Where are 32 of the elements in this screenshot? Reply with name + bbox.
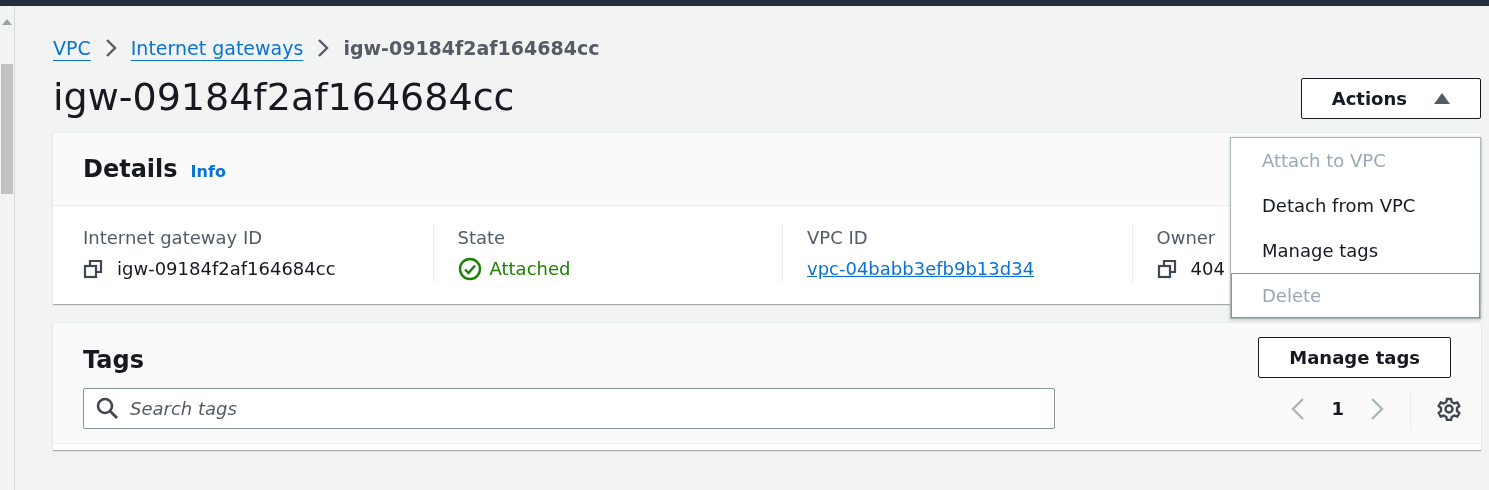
check-circle-icon xyxy=(457,256,482,281)
section-title: Tags xyxy=(83,344,144,376)
menu-item[interactable]: Detach from VPC xyxy=(1231,183,1480,228)
field-value: 404 xyxy=(1190,257,1225,282)
previous-page-icon[interactable] xyxy=(1291,396,1306,421)
chevron-right-icon xyxy=(317,38,330,59)
field-label: State xyxy=(457,226,506,251)
manage-tags-button[interactable]: Manage tags xyxy=(1258,337,1451,379)
breadcrumb-link[interactable]: Internet gateways xyxy=(130,34,304,63)
settings-icon[interactable] xyxy=(1437,396,1461,421)
actions-button[interactable]: Actions xyxy=(1300,77,1481,119)
field-label: Owner xyxy=(1156,226,1216,251)
scroll-up-icon[interactable] xyxy=(2,18,12,26)
copy-icon[interactable] xyxy=(83,258,103,279)
field-label: Internet gateway ID xyxy=(83,226,263,251)
menu-item[interactable]: Manage tags xyxy=(1231,228,1480,273)
page-number[interactable]: 1 xyxy=(1331,395,1344,423)
next-page-icon[interactable] xyxy=(1370,396,1384,421)
field-label: VPC ID xyxy=(807,226,868,251)
section-title: Details xyxy=(83,154,178,186)
search-field[interactable]: Search tags xyxy=(83,388,1055,430)
chevron-right-icon xyxy=(104,38,117,59)
field-value: igw-09184f2af164684cc xyxy=(117,257,336,282)
info-link[interactable]: Info xyxy=(190,160,226,185)
vpc-link[interactable]: vpc-04babb3efb9b13d34 xyxy=(807,255,1035,283)
caret-icon xyxy=(1434,92,1450,105)
scrollbar-thumb[interactable] xyxy=(1,64,13,194)
copy-icon[interactable] xyxy=(1156,258,1177,279)
page-title: igw-09184f2af164684cc xyxy=(53,74,515,121)
breadcrumb-link[interactable]: VPC xyxy=(53,34,91,63)
breadcrumb-current: igw-09184f2af164684cc xyxy=(343,36,600,61)
status-text: Attached xyxy=(489,257,571,282)
